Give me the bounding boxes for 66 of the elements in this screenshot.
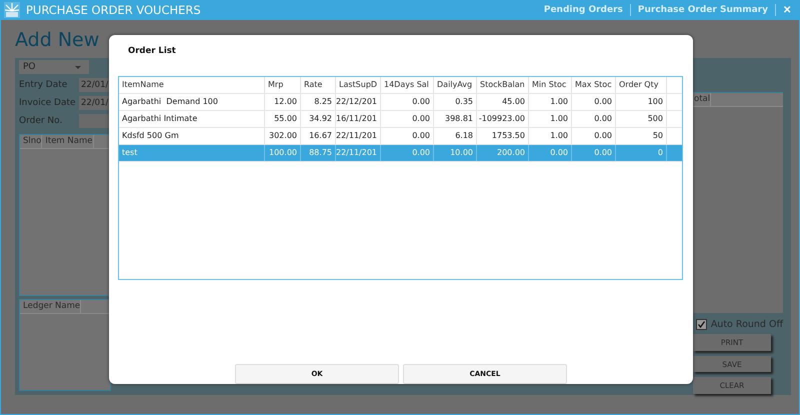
field-label: Invoice Date [19, 98, 77, 108]
page-heading: Add New [15, 28, 100, 52]
table-cell: 398.81 [434, 110, 477, 127]
table-cell: 0.00 [381, 110, 434, 127]
table-cell: 0.35 [434, 94, 477, 110]
table-cell: 22/11/201 [336, 144, 381, 161]
column-header[interactable]: DailyAvg [434, 76, 477, 93]
table-cell: 45.00 [477, 94, 529, 110]
table-cell: 200.00 [477, 144, 529, 161]
column-header[interactable]: Order Qty [616, 76, 667, 93]
input-field[interactable] [79, 114, 111, 128]
table-cell: 1.00 [529, 128, 572, 144]
table-cell: Kdsfd 500 Gm [119, 128, 265, 144]
column-header[interactable]: ItemName [119, 76, 265, 93]
table-cell: 1.00 [529, 94, 572, 110]
column-header[interactable]: StockBalan [477, 76, 529, 93]
column-header[interactable]: Min Stoc [529, 76, 572, 93]
table-cell: 16.67 [301, 128, 336, 144]
field-label: Entry Date [19, 80, 68, 90]
table-cell: -109923.00 [477, 110, 529, 127]
table-cell: test [119, 144, 265, 161]
checkbox[interactable] [696, 319, 707, 330]
column-header: Slno [20, 135, 42, 148]
window-title: PURCHASE ORDER VOUCHERS [26, 3, 201, 17]
table-cell: 16/11/201 [336, 110, 381, 127]
table-cell: 0.00 [572, 110, 616, 127]
table-cell: 8.25 [301, 94, 336, 110]
column-header[interactable]: Rate [301, 76, 336, 93]
table-cell: 500 [616, 110, 667, 127]
column-header[interactable]: Max Stoc [572, 76, 616, 93]
table-cell: 12.00 [265, 94, 301, 110]
table-cell: 0.00 [572, 128, 616, 144]
table-cell: Agarbathi Demand 100 [119, 94, 265, 110]
table-cell: 34.92 [301, 110, 336, 127]
table-cell: 100.00 [265, 144, 301, 161]
dialog-title: Order List [128, 46, 177, 58]
column-header[interactable]: 14Days Sal [381, 76, 434, 93]
table-cell: 88.75 [301, 144, 336, 161]
table-cell: 55.00 [265, 110, 301, 127]
table-cell: 0.00 [381, 94, 434, 110]
table-cell: 1753.50 [477, 128, 529, 144]
table-cell: 100 [616, 94, 667, 110]
table-cell: 6.18 [434, 128, 477, 144]
logo-icon [4, 2, 20, 18]
table-cell: 22/11/201 [336, 128, 381, 144]
field-label: Order No. [19, 116, 64, 126]
column-header[interactable]: LastSupD [336, 76, 381, 93]
table-cell: 1.00 [529, 110, 572, 127]
table-cell: 50 [616, 128, 667, 144]
table-cell: 10.00 [434, 144, 477, 161]
column-header: Ledger Name [20, 300, 82, 313]
table-cell: 22/12/201 [336, 94, 381, 110]
table-cell: 0.00 [381, 128, 434, 144]
table-row[interactable]: Agarbathi Intimate 55.00 34.92 16/11/201 0.00 398.81 -109923.00 1.00 0.00 500 [119, 110, 682, 128]
table-row[interactable]: Agarbathi Demand 100 12.00 8.25 22/12/201 0.00 0.35 45.00 1.00 0.00 100 [119, 94, 682, 111]
caret-icon [75, 66, 81, 68]
table-cell: 0.00 [572, 144, 616, 161]
table-cell: 0.00 [572, 94, 616, 110]
table-cell: 302.00 [265, 128, 301, 144]
table-cell: Agarbathi Intimate [119, 110, 265, 127]
table-cell: 0 [616, 144, 667, 161]
table-cell: 0.00 [529, 144, 572, 161]
table-cell: 0.00 [381, 144, 434, 161]
column-header: Item Name [42, 135, 94, 148]
column-header[interactable]: Mrp [265, 76, 301, 93]
checkbox-label: Auto Round Off [710, 319, 783, 330]
